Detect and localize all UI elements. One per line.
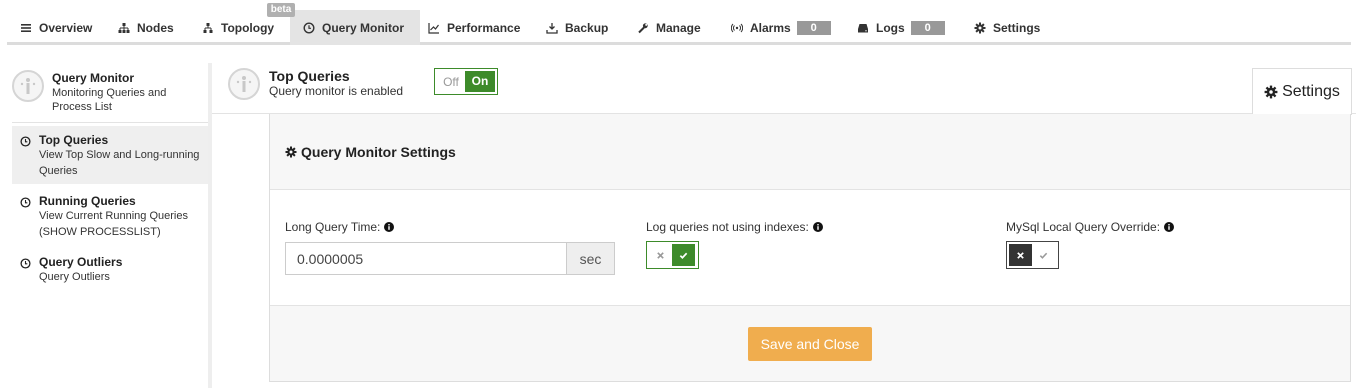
gear-icon	[1264, 85, 1278, 99]
nav-tab-backup[interactable]: Backup	[545, 10, 608, 45]
nav-tab-label: Settings	[993, 20, 1041, 35]
sidebar-item-title: Running Queries	[39, 194, 136, 208]
gear-icon	[973, 21, 987, 35]
sidebar-item-subtitle: Query Outliers	[39, 271, 110, 283]
clock-icon	[302, 21, 316, 35]
clock-icon	[20, 197, 31, 208]
nav-tab-label: Performance	[447, 20, 521, 35]
nav-tab-manage[interactable]: Manage	[636, 10, 701, 45]
check-icon	[679, 252, 688, 259]
clock-icon	[20, 136, 31, 147]
nav-tab-label: Overview	[39, 20, 93, 35]
field-label-text: Long Query Time:	[285, 220, 381, 234]
topology-icon	[201, 21, 215, 35]
sidebar-item-subtitle: View Current Running Queries (SHOW PROCE…	[39, 210, 188, 238]
line-chart-icon	[427, 21, 441, 35]
sidebar-divider	[12, 122, 208, 123]
nav-tab-overview[interactable]: Overview	[19, 10, 92, 45]
hdd-icon	[856, 21, 870, 35]
log-no-index-label: Log queries not using indexes:	[646, 220, 823, 234]
nav-tab-label: Topology	[221, 20, 275, 35]
sidebar-subtitle: Monitoring Queries and Process List	[52, 87, 167, 113]
page-title: Top Queries	[269, 68, 350, 84]
panel-footer: Save and Close	[270, 306, 1350, 381]
info-icon[interactable]	[384, 222, 395, 232]
settings-tab-label: Settings	[1282, 83, 1340, 100]
nav-tab-label: Query Monitor	[322, 20, 405, 35]
panel-header: Query Monitor Settings	[270, 114, 1350, 190]
toggle-on-label[interactable]: On	[465, 71, 495, 92]
clock-icon	[20, 258, 31, 269]
panel-body: Long Query Time: sec Log queries not usi…	[270, 190, 1350, 306]
x-icon	[657, 251, 664, 259]
settings-panel: Query Monitor Settings Long Query Time: …	[269, 114, 1351, 382]
top-queries-avatar-icon	[228, 68, 260, 100]
list-icon	[19, 21, 33, 35]
settings-tab[interactable]: Settings	[1252, 68, 1352, 115]
long-query-time-group: sec	[285, 242, 615, 275]
sitemap-icon	[117, 21, 131, 35]
info-icon[interactable]	[1164, 222, 1175, 232]
wrench-icon	[636, 21, 650, 35]
main-header: Top Queries Query monitor is enabled Off…	[212, 63, 1356, 115]
long-query-time-input[interactable]	[286, 243, 566, 274]
nav-tab-alarms[interactable]: Alarms 0	[730, 10, 831, 45]
info-icon[interactable]	[812, 222, 823, 232]
broadcast-icon	[730, 21, 744, 35]
download-icon	[545, 21, 559, 35]
switch-on-option[interactable]	[672, 244, 695, 266]
nav-tab-topology[interactable]: Topology	[201, 10, 274, 45]
nav-tab-performance[interactable]: Performance	[427, 10, 520, 45]
save-and-close-button[interactable]: Save and Close	[748, 326, 872, 361]
field-label-text: MySql Local Query Override:	[1006, 220, 1161, 234]
switch-off-option[interactable]	[1009, 244, 1032, 266]
query-monitor-avatar-icon	[12, 70, 44, 102]
check-icon	[1039, 252, 1048, 259]
nav-tab-label: Alarms	[750, 20, 791, 35]
log-no-index-switch[interactable]	[646, 241, 699, 269]
sidebar-item-query-outliers[interactable]: Query Outliers Query Outliers	[12, 248, 208, 292]
nav-tab-nodes[interactable]: Nodes	[117, 10, 174, 45]
gear-icon	[285, 146, 297, 157]
nav-tab-logs[interactable]: Logs 0	[856, 10, 945, 45]
alarms-count-badge: 0	[796, 20, 831, 35]
nav-tab-label: Logs	[876, 20, 905, 35]
local-override-label: MySql Local Query Override:	[1006, 220, 1175, 234]
panel-title: Query Monitor Settings	[301, 143, 456, 160]
nav-tab-label: Manage	[656, 20, 701, 35]
sidebar-item-title: Query Outliers	[39, 255, 123, 269]
x-icon	[1017, 251, 1024, 259]
query-monitor-toggle[interactable]: Off On	[434, 68, 498, 95]
nav-tab-query-monitor[interactable]: Query Monitor	[290, 10, 420, 45]
sec-unit-addon: sec	[566, 243, 614, 274]
nav-tab-label: Nodes	[137, 20, 174, 35]
logs-count-badge: 0	[910, 20, 945, 35]
sidebar-title: Query Monitor	[52, 71, 135, 85]
field-label-text: Log queries not using indexes:	[646, 220, 809, 234]
sidebar: Query Monitor Monitoring Queries and Pro…	[0, 63, 212, 388]
long-query-time-label: Long Query Time:	[285, 220, 395, 234]
sidebar-item-running-queries[interactable]: Running Queries View Current Running Que…	[12, 187, 208, 245]
beta-badge: beta	[267, 3, 295, 17]
local-override-switch[interactable]	[1006, 241, 1059, 269]
switch-on-option[interactable]	[1032, 244, 1055, 266]
sidebar-item-top-queries[interactable]: Top Queries View Top Slow and Long-runni…	[12, 126, 208, 184]
page-subtitle: Query monitor is enabled	[269, 84, 404, 98]
top-nav: Overview Nodes Topology Query Monitor Pe…	[7, 10, 1351, 45]
nav-tab-settings[interactable]: Settings	[973, 10, 1040, 45]
nav-tab-label: Backup	[565, 20, 609, 35]
sidebar-item-title: Top Queries	[39, 133, 109, 147]
sidebar-item-subtitle: View Top Slow and Long-running Queries	[39, 149, 200, 177]
toggle-off-label[interactable]: Off	[437, 75, 465, 89]
switch-off-option[interactable]	[649, 244, 672, 266]
sidebar-header: Query Monitor Monitoring Queries and Pro…	[12, 67, 208, 123]
